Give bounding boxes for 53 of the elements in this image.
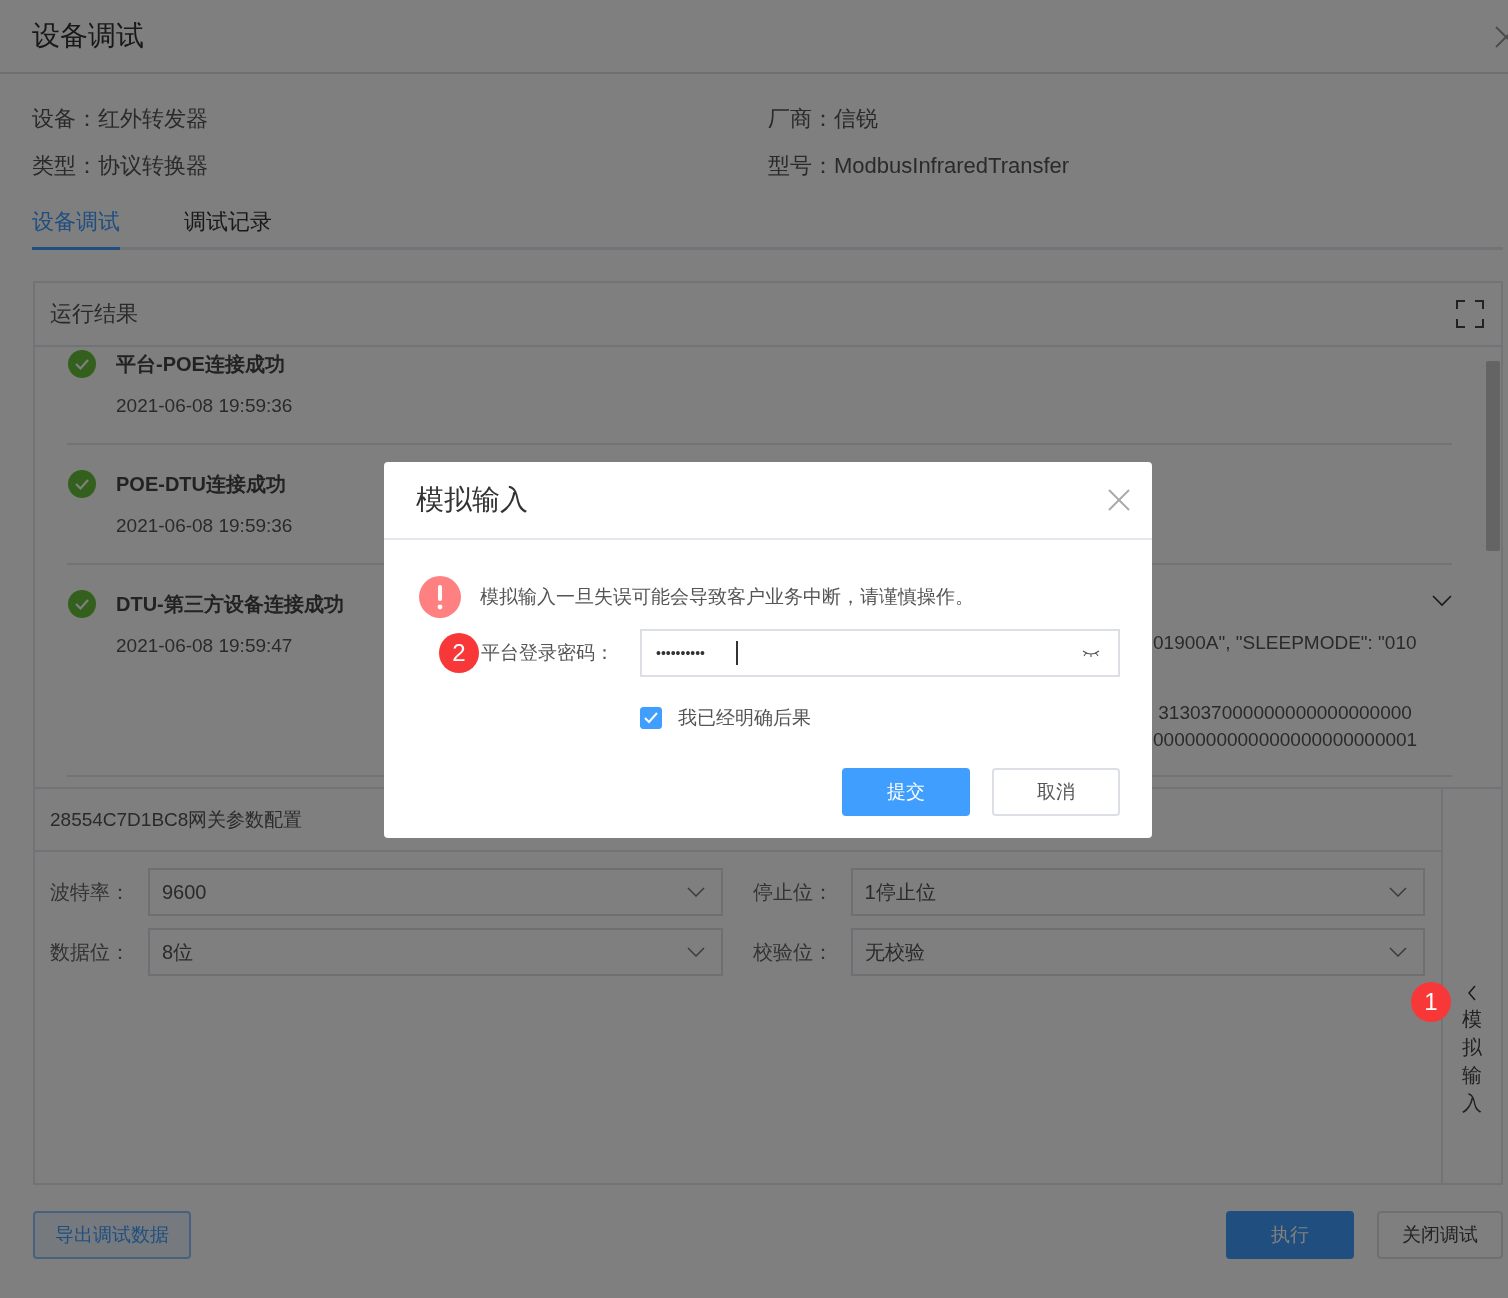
field-label: 波特率： (50, 879, 131, 905)
tab[interactable]: 设备调试 (32, 201, 120, 250)
result-title: DTU-第三方设备连接成功 (116, 592, 345, 617)
chevron-left-icon (1467, 985, 1477, 1001)
cancel-button[interactable]: 取消 (992, 768, 1120, 816)
result-time: 2021-06-08 19:59:47 (116, 634, 294, 658)
select-field[interactable]: 8位 (148, 928, 723, 976)
close-icon[interactable] (1494, 25, 1508, 49)
execute-button[interactable]: 执行 (1226, 1211, 1354, 1259)
field-label: 数据位： (50, 939, 131, 965)
text-cursor (736, 641, 738, 665)
result-title: 平台-POE连接成功 (116, 352, 286, 377)
field-label: 平台登录密码： (481, 641, 614, 665)
window-title: 设备调试 (32, 19, 144, 53)
select-field[interactable]: 无校验 (850, 928, 1425, 976)
detail-text: 0000000000000000000000001 (1153, 729, 1418, 750)
chevron-down-icon[interactable] (1432, 595, 1452, 607)
chevron-down-icon[interactable] (1389, 947, 1407, 957)
step-marker: 2 (439, 633, 479, 673)
submit-button[interactable]: 提交 (842, 768, 970, 816)
field-label: 校验位： (752, 939, 834, 965)
chevron-down-icon[interactable] (686, 887, 705, 897)
select-field[interactable]: 9600 (148, 868, 723, 916)
checkbox-label: 我已经明确后果 (678, 706, 811, 730)
warning-icon (419, 576, 461, 618)
panel-title: 运行结果 (50, 300, 138, 328)
fullscreen-icon[interactable] (1456, 300, 1484, 328)
select-field[interactable]: 1停止位 (850, 868, 1425, 916)
info-text: 设备：红外转发器 (32, 105, 209, 133)
close-debug-button[interactable]: 关闭调试 (1377, 1211, 1503, 1259)
tab[interactable]: 调试记录 (184, 201, 272, 250)
detail-text: 01900A", "SLEEPMODE": "010 (1153, 632, 1417, 653)
field-label: 停止位： (752, 879, 834, 905)
info-text: 厂商：信锐 (768, 105, 879, 133)
step-marker: 1 (1411, 982, 1451, 1022)
scrollbar[interactable] (1486, 361, 1500, 551)
config-title: 28554C7D1BC8网关参数配置 (50, 807, 303, 832)
warning-text: 模拟输入一旦失误可能会导致客户业务中断，请谨慎操作。 (480, 585, 974, 609)
checkbox[interactable] (640, 707, 662, 729)
dialog-title: 模拟输入 (416, 483, 528, 517)
info-text: 型号：ModbusInfraredTransfer (768, 152, 1071, 180)
result-time: 2021-06-08 19:59:36 (116, 394, 294, 418)
checkmark-icon (644, 712, 658, 724)
eye-closed-icon[interactable] (1082, 649, 1100, 657)
close-icon[interactable] (1108, 489, 1130, 511)
password-field[interactable]: •••••••••• (640, 629, 1120, 677)
result-time: 2021-06-08 19:59:36 (116, 514, 294, 538)
info-text: 类型：协议转换器 (32, 152, 209, 180)
chevron-down-icon[interactable] (1389, 887, 1407, 897)
export-button[interactable]: 导出调试数据 (33, 1211, 191, 1259)
chevron-down-icon[interactable] (686, 947, 705, 957)
detail-text: 313037000000000000000000 (1157, 702, 1412, 723)
result-title: POE-DTU连接成功 (116, 472, 287, 497)
